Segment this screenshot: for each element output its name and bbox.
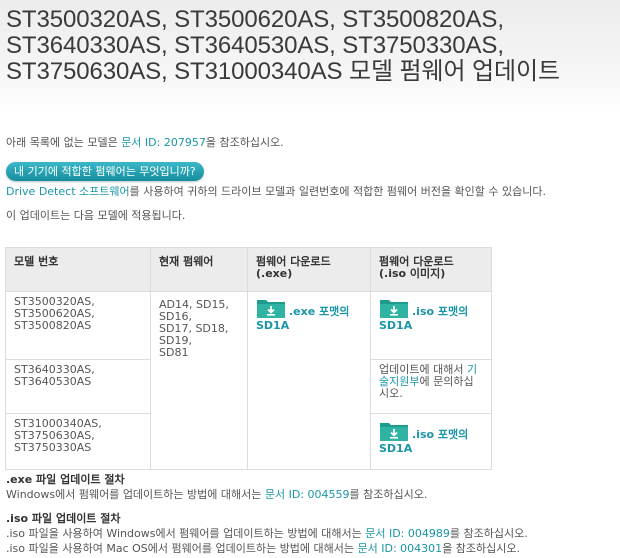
- header-model-number: 모델 번호: [5, 247, 151, 292]
- iso-download-link-1[interactable]: .iso 포맷의 SD1A: [379, 297, 483, 333]
- current-firmware-cell: AD14, SD15, SD16, SD17, SD18, SD19, SD81: [150, 291, 248, 470]
- model-cell-row2: ST3640330AS, ST3640530AS: [5, 359, 151, 414]
- model-cell-row3: ST31000340AS, ST3750630AS, ST3750330AS: [5, 413, 151, 470]
- table-header-row: 모델 번호 현재 펌웨어 펌웨어 다운로드 (.exe) 펌웨어 다운로드 (.…: [5, 247, 492, 292]
- iso-section-heading: .iso 파일 업데이트 절차: [6, 512, 121, 525]
- iso-section-text-windows: .iso 파일을 사용하여 Windows에서 펌웨어를 업데이트하는 방법에 …: [6, 527, 528, 540]
- download-folder-icon: [380, 423, 408, 441]
- header-iso-download: 펌웨어 다운로드 (.iso 이미지): [370, 247, 492, 292]
- page-title: ST3500320AS, ST3500620AS, ST3500820AS, S…: [6, 6, 560, 85]
- table-row: ST3500320AS, ST3500620AS, ST3500820AS AD…: [5, 291, 492, 470]
- exe-download-cell: .exe 포맷의 SD1A: [247, 291, 371, 470]
- download-folder-icon: [257, 300, 285, 318]
- applies-text: 이 업데이트는 다음 모델에 적용됩니다.: [6, 209, 186, 222]
- support-note-cell: 업데이트에 대해서 기술지원부에 문의하십시오.: [370, 359, 492, 414]
- doc-207957-link[interactable]: 문서 ID: 207957: [121, 136, 206, 149]
- doc-004301-link[interactable]: 문서 ID: 004301: [358, 542, 443, 555]
- exe-download-link[interactable]: .exe 포맷의 SD1A: [256, 297, 362, 333]
- download-folder-icon: [380, 300, 408, 318]
- doc-004559-link[interactable]: 문서 ID: 004559: [265, 488, 350, 501]
- iso-download-link-2[interactable]: .iso 포맷의 SD1A: [379, 420, 483, 456]
- header-current-firmware: 현재 펌웨어: [150, 247, 248, 292]
- iso-section-text-mac: .iso 파일을 사용하여 Mac OS에서 펌웨어를 업데이트하는 방법에 대…: [6, 542, 521, 555]
- model-cell-row1: ST3500320AS, ST3500620AS, ST3500820AS: [5, 291, 151, 360]
- detect-text: Drive Detect 소프트웨어를 사용하여 귀하의 드라이브 모델과 일련…: [6, 185, 547, 198]
- firmware-table: 모델 번호 현재 펌웨어 펌웨어 다운로드 (.exe) 펌웨어 다운로드 (.…: [5, 247, 492, 470]
- which-firmware-button[interactable]: 내 기기에 적합한 펌웨어는 무엇입니까?: [6, 162, 204, 181]
- exe-section-heading: .exe 파일 업데이트 절차: [6, 473, 125, 486]
- intro-text: 아래 목록에 없는 모델은 문서 ID: 207957을 참조하십시오.: [6, 136, 284, 149]
- doc-004989-link[interactable]: 문서 ID: 004989: [365, 527, 450, 540]
- header-exe-download: 펌웨어 다운로드 (.exe): [247, 247, 371, 292]
- iso-download-cell-2: .iso 포맷의 SD1A: [370, 413, 492, 470]
- drive-detect-link[interactable]: Drive Detect 소프트웨어: [6, 185, 130, 198]
- iso-download-cell-1: .iso 포맷의 SD1A: [370, 291, 492, 360]
- exe-section-text: Windows에서 펌웨어를 업데이트하는 방법에 대해서는 문서 ID: 00…: [6, 488, 428, 501]
